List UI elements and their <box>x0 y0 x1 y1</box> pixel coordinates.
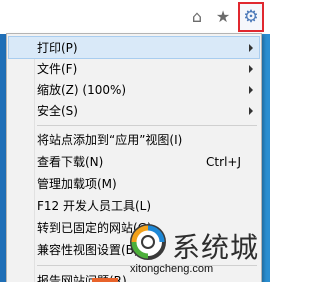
menu-item-label: 将站点添加到“应用”视图(I) <box>37 133 183 147</box>
menu-item-label: 安全(S) <box>37 104 78 118</box>
submenu-arrow-icon <box>249 43 253 52</box>
menu-item-dev-tools[interactable]: F12 开发人员工具(L) <box>9 195 259 216</box>
favorites-star-icon[interactable]: ★ <box>212 6 234 28</box>
orange-highlight-bar <box>92 278 118 282</box>
menu-item-pinned-sites[interactable]: 转到已固定的网站(G) <box>9 217 259 238</box>
submenu-arrow-icon <box>249 64 253 73</box>
browser-command-bar: ⌂ ★ ⚙ <box>186 0 270 34</box>
menu-item-label: 查看下载(N) <box>37 155 104 169</box>
home-icon[interactable]: ⌂ <box>186 6 208 28</box>
menu-item-label: F12 开发人员工具(L) <box>37 199 152 213</box>
tools-gear-icon[interactable]: ⚙ <box>238 2 264 32</box>
menu-item-add-to-apps[interactable]: 将站点添加到“应用”视图(I) <box>9 129 259 150</box>
menu-item-label: 文件(F) <box>37 62 78 76</box>
menu-item-shortcut: Ctrl+J <box>206 154 241 169</box>
menu-item-compat-view[interactable]: 兼容性视图设置(B) <box>9 239 259 260</box>
menu-separator <box>37 125 257 126</box>
menu-item-safety[interactable]: 安全(S) <box>9 100 259 121</box>
screenshot-canvas: ⌂ ★ ⚙ 打印(P) 文件(F) 缩放(Z) (100%) 安全(S) 将站点… <box>0 0 270 282</box>
page-background-right <box>262 34 270 282</box>
menu-item-label: 缩放(Z) (100%) <box>37 83 127 97</box>
menu-item-label: 管理加载项(M) <box>37 177 117 191</box>
tools-menu: 打印(P) 文件(F) 缩放(Z) (100%) 安全(S) 将站点添加到“应用… <box>6 33 262 282</box>
submenu-arrow-icon <box>249 85 253 94</box>
menu-item-manage-addons[interactable]: 管理加载项(M) <box>9 173 259 194</box>
menu-item-label: 兼容性视图设置(B) <box>37 243 139 257</box>
submenu-arrow-icon <box>249 106 253 115</box>
menu-item-downloads[interactable]: 查看下载(N) Ctrl+J <box>9 151 259 172</box>
menu-item-label: 打印(P) <box>37 41 78 55</box>
menu-separator <box>37 265 257 266</box>
menu-item-zoom[interactable]: 缩放(Z) (100%) <box>9 79 259 100</box>
menu-item-label: 转到已固定的网站(G) <box>37 221 152 235</box>
menu-item-report-problems[interactable]: 报告网站问题(R) <box>9 270 259 282</box>
menu-item-file[interactable]: 文件(F) <box>9 58 259 79</box>
gear-icon: ⚙ <box>243 7 259 27</box>
menu-item-print[interactable]: 打印(P) <box>8 36 260 59</box>
